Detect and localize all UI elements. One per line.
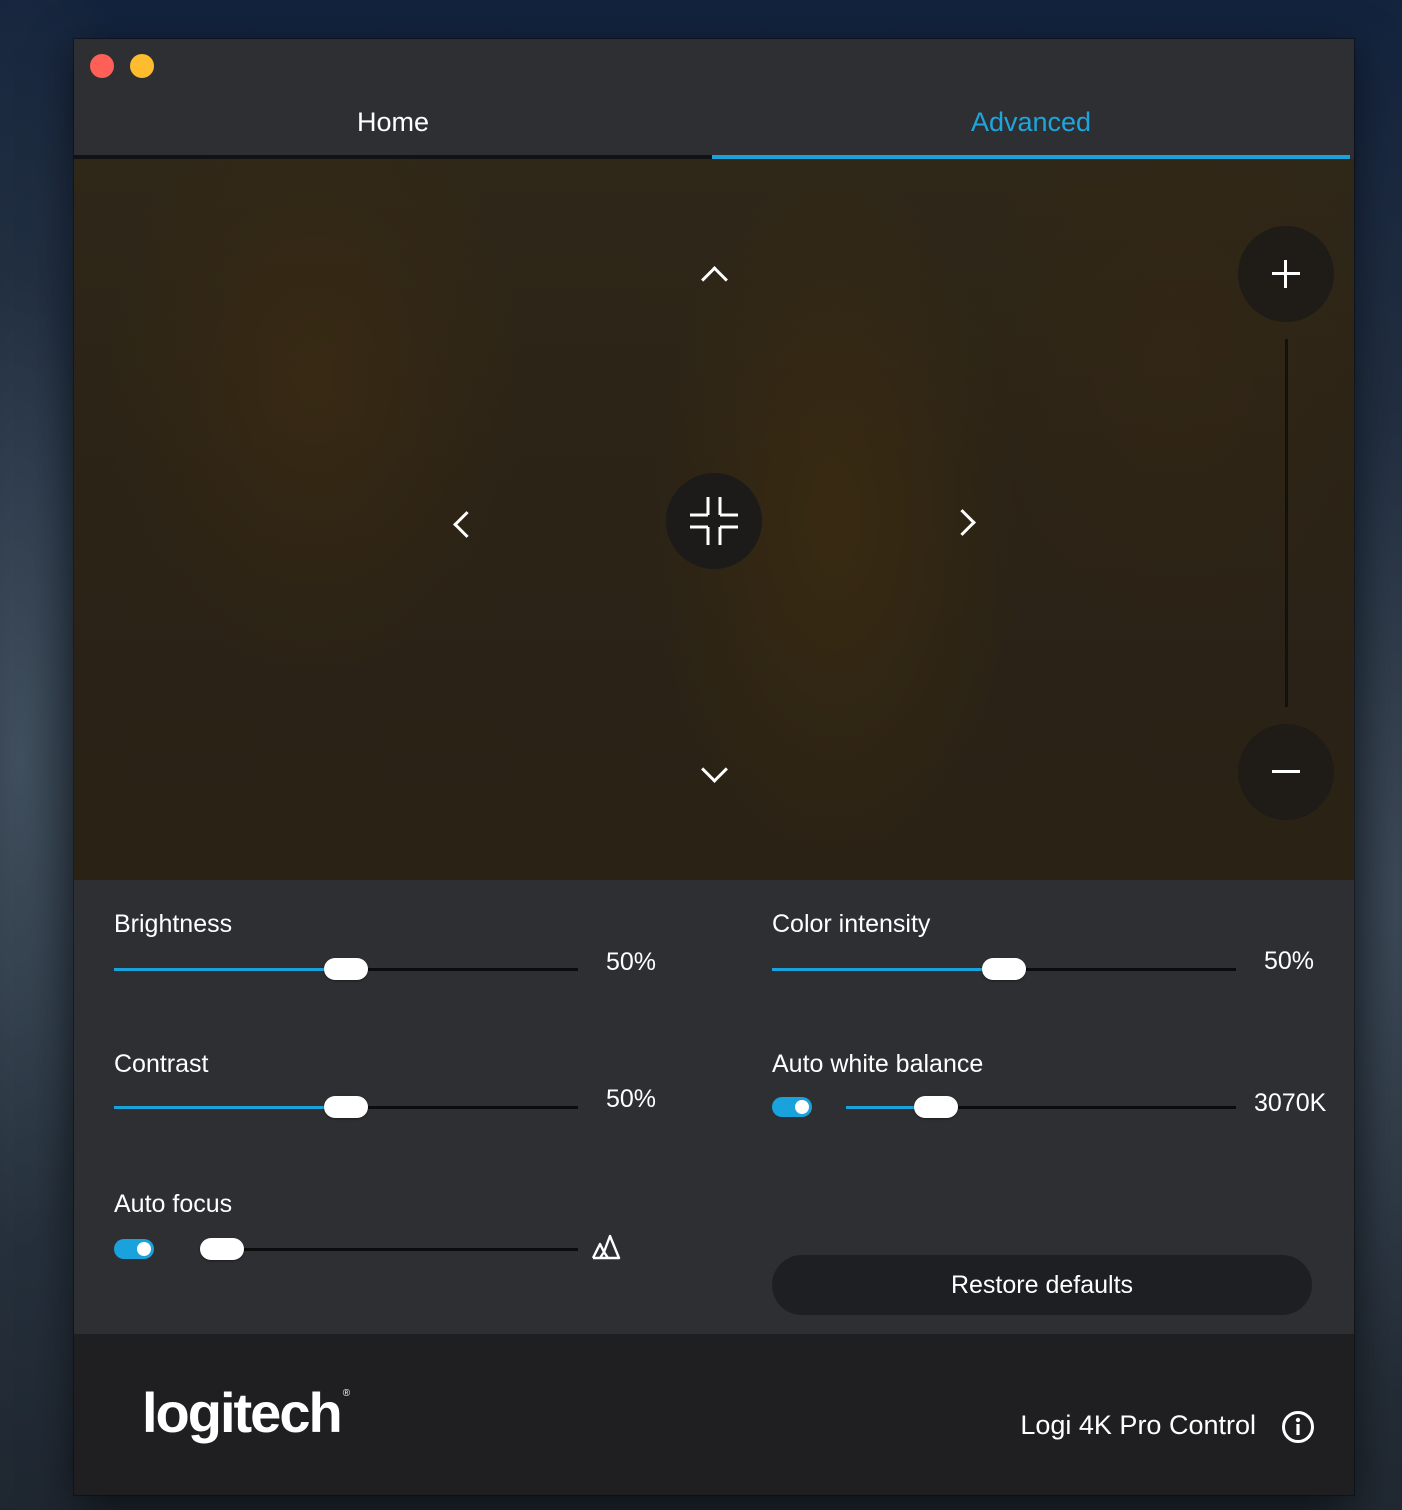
contrast-slider[interactable] xyxy=(114,1096,578,1118)
brightness-value: 50% xyxy=(606,948,657,976)
brightness-slider[interactable] xyxy=(114,958,578,980)
white-balance-slider-thumb[interactable] xyxy=(913,1096,958,1118)
logo-registered-mark: ® xyxy=(342,1388,351,1399)
color-intensity-value: 50% xyxy=(1264,947,1315,975)
pan-right-button[interactable] xyxy=(948,502,988,542)
focus-slider[interactable] xyxy=(200,1238,578,1260)
tab-advanced[interactable]: Advanced xyxy=(712,95,1350,159)
center-view-button[interactable] xyxy=(666,473,762,569)
close-window-button[interactable] xyxy=(90,54,114,78)
auto-white-balance-label: Auto white balance xyxy=(772,1050,984,1078)
contrast-label: Contrast xyxy=(114,1050,209,1078)
brightness-slider-thumb[interactable] xyxy=(324,958,368,980)
mountain-focus-icon xyxy=(591,1234,621,1260)
color-intensity-slider[interactable] xyxy=(772,958,1236,980)
color-intensity-slider-thumb[interactable] xyxy=(982,958,1026,980)
auto-white-balance-toggle[interactable] xyxy=(772,1097,812,1117)
tab-home[interactable]: Home xyxy=(74,95,712,159)
focus-slider-thumb[interactable] xyxy=(200,1238,244,1260)
contrast-slider-thumb[interactable] xyxy=(324,1096,368,1118)
zoom-out-button[interactable] xyxy=(1238,724,1334,820)
app-window: Home Advanced Brightness 50% Contrast 50… xyxy=(74,39,1354,1495)
footer: logitech ® Logi 4K Pro Control xyxy=(74,1334,1354,1495)
color-intensity-label: Color intensity xyxy=(772,910,931,938)
pan-up-button[interactable] xyxy=(694,253,734,293)
minimize-window-button[interactable] xyxy=(130,54,154,78)
brightness-label: Brightness xyxy=(114,910,233,938)
zoom-in-button[interactable] xyxy=(1238,226,1334,322)
pan-down-button[interactable] xyxy=(694,755,734,795)
product-name: Logi 4K Pro Control xyxy=(1020,1410,1256,1440)
contrast-value: 50% xyxy=(606,1085,657,1113)
restore-defaults-button[interactable]: Restore defaults xyxy=(772,1255,1312,1315)
settings-panel: Brightness 50% Contrast 50% Auto focus C… xyxy=(74,880,1354,1334)
zoom-slider[interactable] xyxy=(1285,339,1288,707)
center-crosshair-icon xyxy=(690,497,738,545)
white-balance-value: 3070K xyxy=(1254,1089,1327,1117)
auto-focus-label: Auto focus xyxy=(114,1190,233,1218)
pan-left-button[interactable] xyxy=(440,504,480,544)
tab-bar: Home Advanced xyxy=(74,95,1354,159)
auto-focus-toggle[interactable] xyxy=(114,1239,154,1259)
camera-preview xyxy=(74,159,1354,880)
logitech-logo: logitech ® xyxy=(142,1380,351,1445)
logo-text: logitech xyxy=(142,1381,343,1444)
white-balance-slider[interactable] xyxy=(846,1096,1236,1118)
info-icon[interactable] xyxy=(1281,1410,1315,1444)
